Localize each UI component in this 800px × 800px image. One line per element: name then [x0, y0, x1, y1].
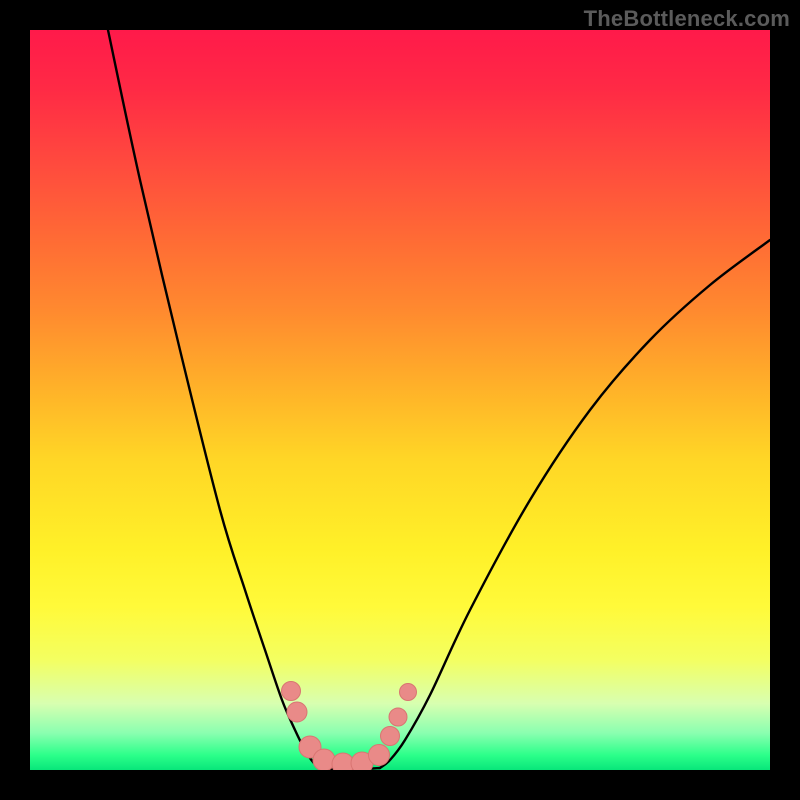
bead-dot [287, 702, 307, 722]
bead-dot [381, 727, 400, 746]
right-curve [380, 240, 770, 768]
bead-dot [369, 745, 390, 766]
left-curve [108, 30, 320, 768]
curve-layer [30, 30, 770, 770]
watermark-text: TheBottleneck.com [584, 6, 790, 32]
chart-plot-area [30, 30, 770, 770]
bead-dot [400, 684, 417, 701]
bead-dot [313, 749, 335, 770]
bead-dot [282, 682, 301, 701]
bead-group [282, 682, 417, 771]
bead-dot [389, 708, 407, 726]
